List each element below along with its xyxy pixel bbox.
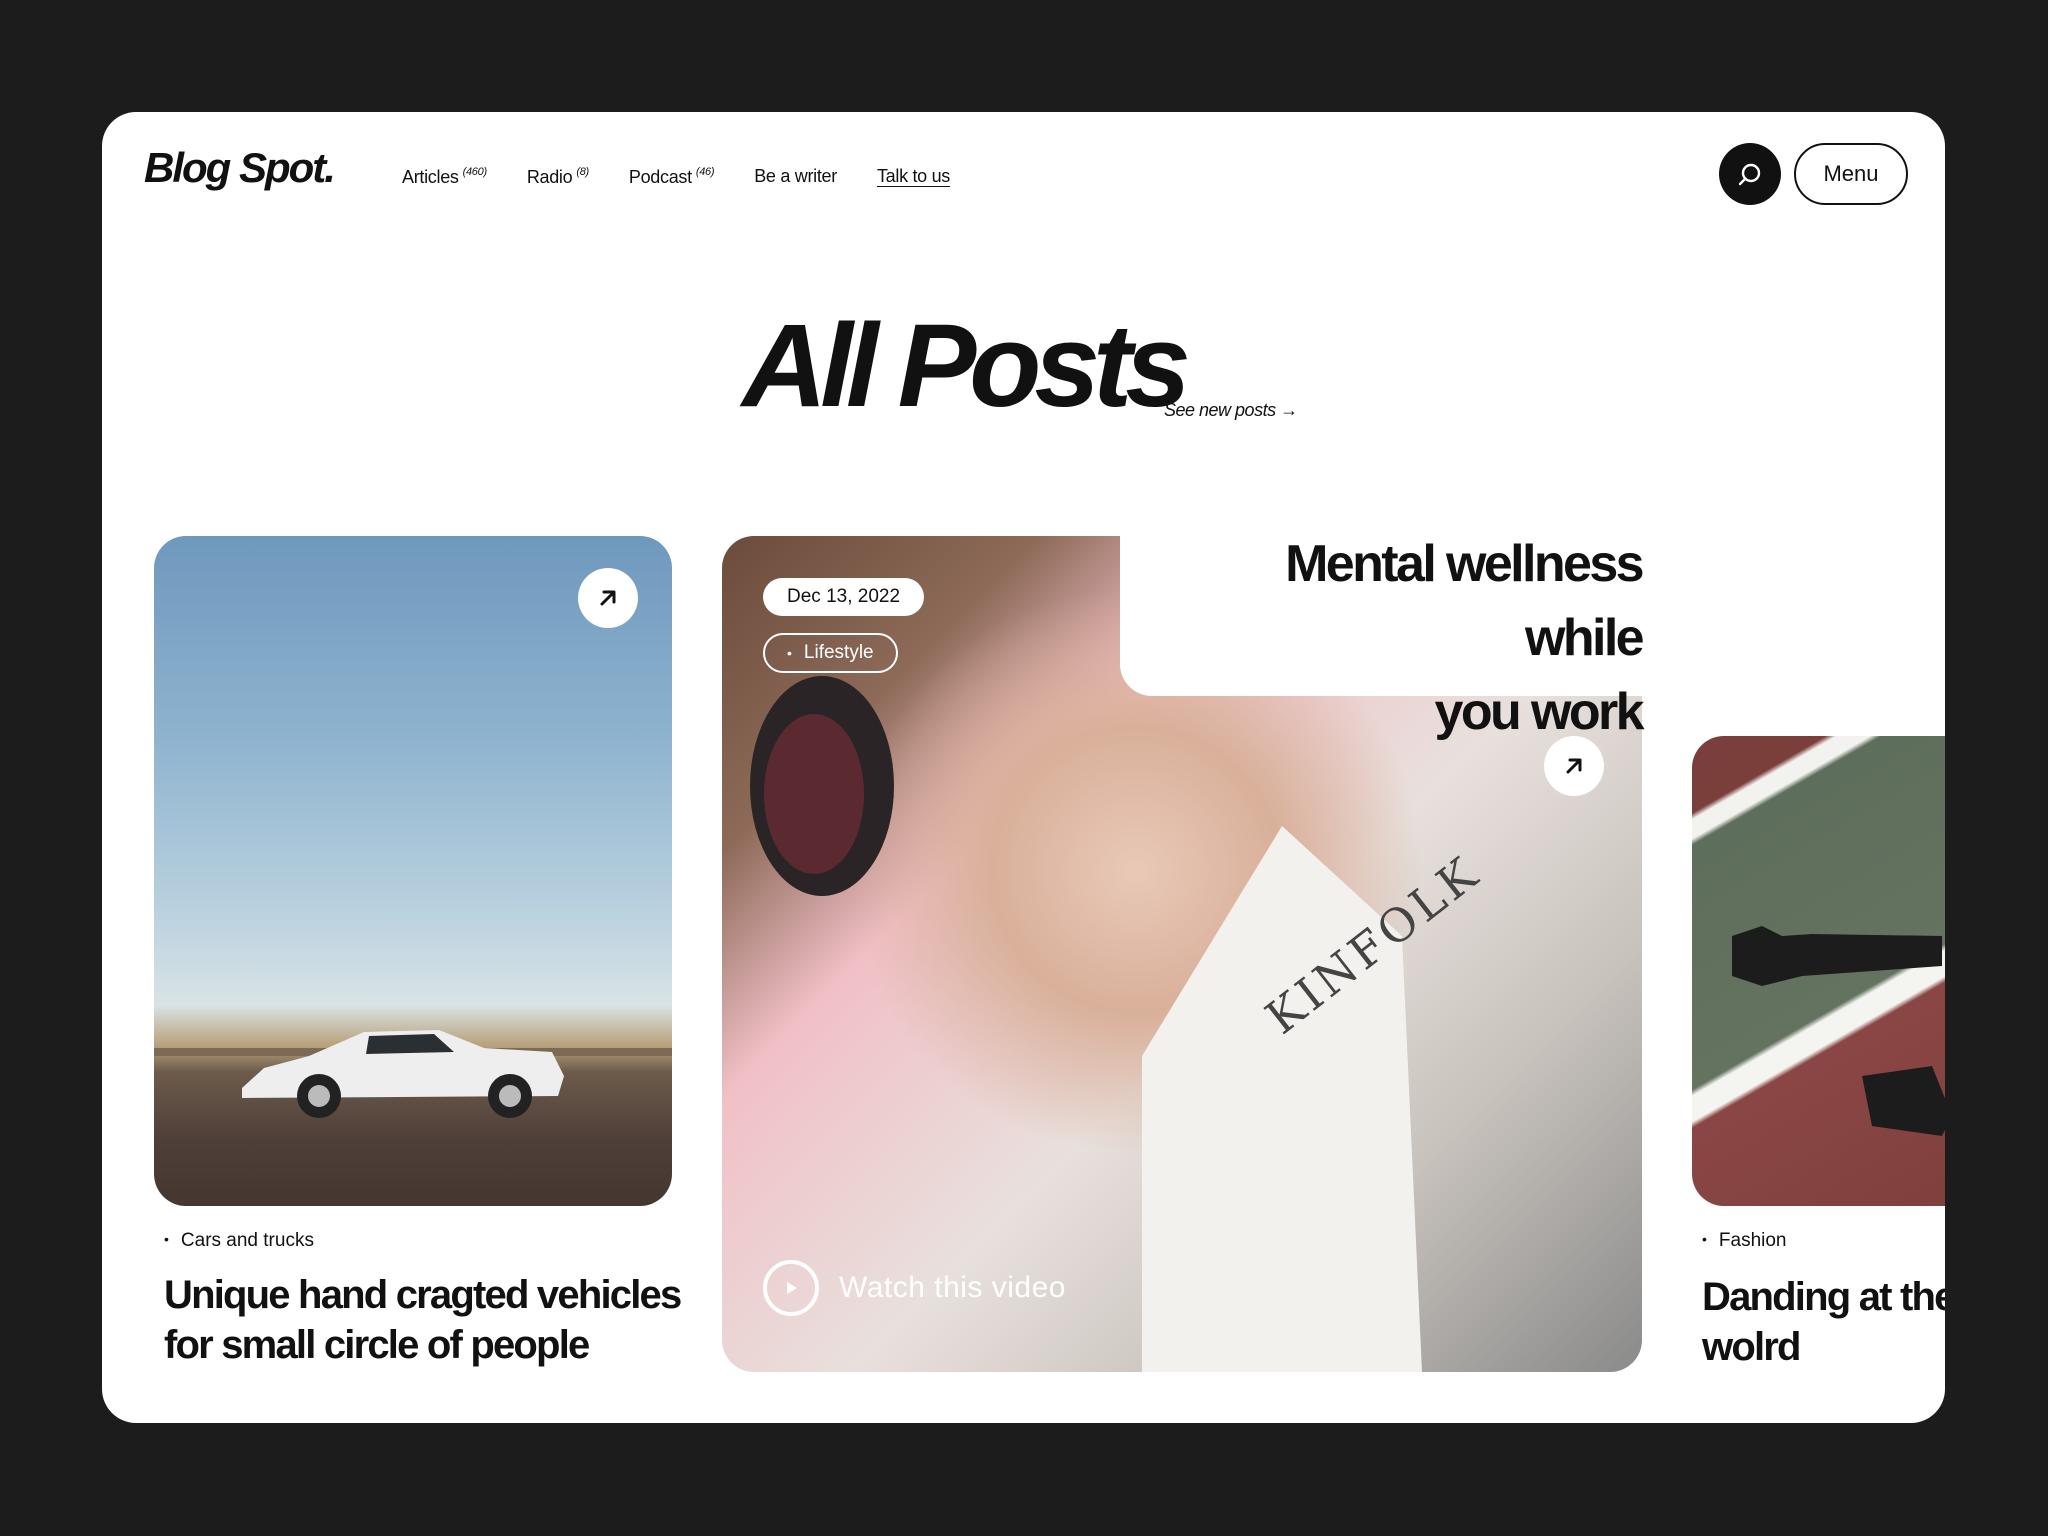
feature-title-line: you work	[1434, 683, 1645, 741]
nav-talk-to-us[interactable]: Talk to us	[877, 166, 950, 187]
page-title: All Posts	[742, 300, 1191, 432]
play-icon	[787, 1282, 797, 1294]
card-title-line: wolrd	[1702, 1325, 1801, 1369]
watch-video-button[interactable]: Watch this video	[763, 1260, 1066, 1316]
play-button[interactable]	[763, 1260, 819, 1316]
card-title-line: Danding at the	[1702, 1275, 1945, 1319]
main-nav: Articles (460) Radio (8) Podcast (46) Be a …	[402, 166, 950, 188]
card-category[interactable]: Fashion	[1702, 1230, 1787, 1252]
card-category[interactable]: Cars and trucks	[164, 1230, 314, 1252]
arrow-up-right-icon	[600, 590, 616, 606]
search-button[interactable]	[1719, 143, 1781, 205]
nav-podcast-count: (46)	[695, 166, 715, 178]
card-image-fashion[interactable]	[1692, 736, 1945, 1206]
menu-button[interactable]: Menu	[1794, 143, 1908, 205]
nav-radio-count: (8)	[576, 166, 589, 178]
logo[interactable]: Blog Spot.	[144, 144, 336, 192]
nav-radio[interactable]: Radio (8)	[527, 166, 589, 188]
date-badge: Dec 13, 2022	[763, 578, 925, 616]
nav-articles-label: Articles	[402, 167, 459, 187]
nav-articles-count: (460)	[462, 166, 487, 178]
car-illustration	[154, 1030, 672, 1118]
watch-video-label: Watch this video	[839, 1271, 1066, 1304]
card-title[interactable]: Unique hand cragted vehicles for small c…	[164, 1270, 682, 1370]
arrow-up-right-icon	[1566, 758, 1582, 774]
nav-podcast[interactable]: Podcast (46)	[628, 166, 715, 188]
boots-illustration	[1732, 926, 1945, 1136]
nav-articles[interactable]: Articles (460)	[402, 166, 487, 188]
search-icon	[1738, 163, 1761, 186]
tag-badge[interactable]: Lifestyle	[763, 633, 898, 673]
see-new-posts-link[interactable]: See new posts →	[1164, 400, 1298, 421]
card-title-line: Unique hand cragted vehicles	[164, 1273, 682, 1317]
feature-title-line: Mental wellness while	[1285, 535, 1645, 667]
nav-be-a-writer[interactable]: Be a writer	[754, 166, 837, 187]
feature-title[interactable]: Mental wellness while you work	[1162, 527, 1645, 749]
card-title[interactable]: Danding at the wolrd	[1702, 1272, 1945, 1372]
card-title-line: for small circle of people	[164, 1323, 590, 1367]
page-frame: Blog Spot. Articles (460) Radio (8) Podcas…	[102, 112, 1945, 1423]
card-image-car[interactable]	[154, 536, 672, 1206]
nav-podcast-label: Podcast	[628, 167, 692, 187]
nav-radio-label: Radio	[526, 167, 573, 187]
open-post-button[interactable]	[578, 568, 638, 628]
